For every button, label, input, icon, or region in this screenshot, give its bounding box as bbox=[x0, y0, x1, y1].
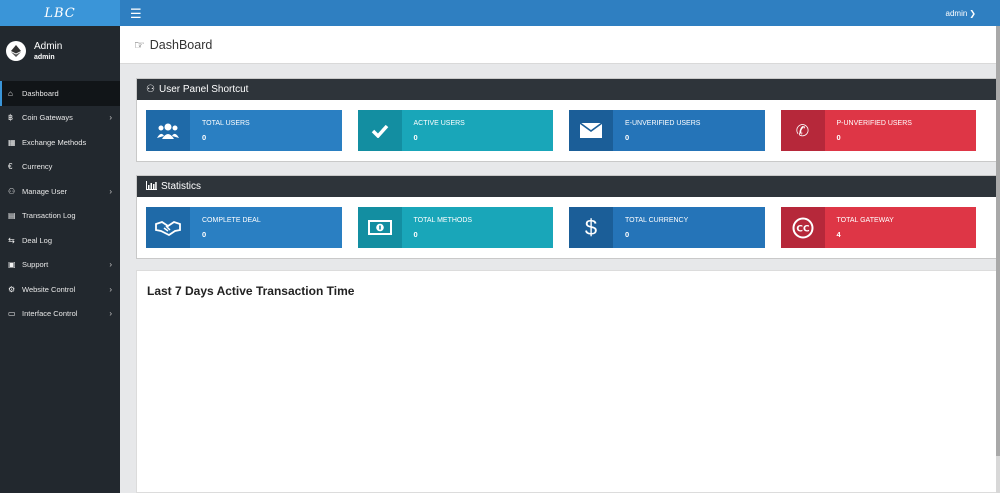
users-icon bbox=[146, 110, 190, 151]
card-active-users[interactable]: ACTIVE USERS 0 bbox=[357, 110, 553, 151]
card-value: 0 bbox=[202, 229, 207, 239]
card-total-methods[interactable]: TOTAL METHODS 0 bbox=[357, 207, 553, 248]
sidebar-item-exchange-methods[interactable]: ▦ Exchange Methods bbox=[0, 130, 120, 155]
sidebar-item-label: Coin Gateways bbox=[22, 113, 73, 123]
sidebar-item-dashboard[interactable]: ⌂ Dashboard bbox=[0, 81, 120, 106]
card-value: 0 bbox=[836, 132, 841, 142]
chevron-right-icon: › bbox=[109, 284, 112, 294]
card-complete-deal[interactable]: COMPLETE DEAL 0 bbox=[146, 207, 342, 248]
sidebar-item-deal-log[interactable]: ⇆ Deal Log bbox=[0, 228, 120, 253]
card-label: P-UNVERIFIED USERS bbox=[836, 119, 912, 127]
sidebar-item-support[interactable]: ▣ Support › bbox=[0, 253, 120, 278]
card-label: COMPLETE DEAL bbox=[202, 216, 261, 224]
hand-pointer-icon: ☞ bbox=[134, 37, 145, 52]
sidebar-nav: ⌂ Dashboard ฿ Coin Gateways › ▦ Exchange… bbox=[0, 81, 120, 326]
sidebar-profile: Admin admin bbox=[0, 26, 120, 76]
user-menu[interactable]: admin ❯ bbox=[946, 9, 977, 18]
cc-icon: CC bbox=[780, 207, 825, 248]
phone-icon: ✆ bbox=[780, 110, 825, 151]
profile-role: admin bbox=[34, 54, 55, 61]
panel-header: ⚇ User Panel Shortcut bbox=[137, 79, 1000, 100]
sidebar-item-interface-control[interactable]: ▭ Interface Control › bbox=[0, 302, 120, 327]
bitcoin-icon: ฿ bbox=[8, 113, 14, 123]
home-icon: ⌂ bbox=[8, 88, 13, 98]
logo-bar[interactable]: LBC bbox=[0, 0, 120, 26]
euro-icon: € bbox=[8, 162, 13, 172]
sidebar-item-label: Manage User bbox=[22, 186, 68, 196]
svg-text:CC: CC bbox=[796, 224, 810, 234]
card-label: E-UNVERIFIED USERS bbox=[625, 119, 701, 127]
card-label: TOTAL CURRENCY bbox=[625, 216, 689, 224]
sidebar-item-label: Transaction Log bbox=[22, 211, 76, 221]
statistics-panel: Statistics COMPLETE DEAL 0 TOTAL METHODS… bbox=[136, 175, 1000, 259]
sidebar-item-transaction-log[interactable]: ▤ Transaction Log bbox=[0, 204, 120, 229]
card-label: TOTAL GATEWAY bbox=[836, 216, 894, 224]
page-title: DashBoard bbox=[149, 37, 213, 52]
sidebar-item-manage-user[interactable]: ⚇ Manage User › bbox=[0, 179, 120, 204]
chevron-down-icon: ❯ bbox=[969, 8, 976, 18]
chevron-right-icon: › bbox=[109, 260, 112, 270]
sidebar-item-label: Dashboard bbox=[22, 88, 59, 98]
cogs-icon: ⚙ bbox=[8, 284, 16, 294]
log-icon: ▤ bbox=[8, 211, 16, 221]
chevron-right-icon: › bbox=[109, 113, 112, 123]
users-icon: ⚇ bbox=[8, 186, 16, 196]
users-icon: ⚇ bbox=[146, 84, 155, 95]
money-icon bbox=[357, 207, 402, 248]
transfer-icon: ⇆ bbox=[8, 235, 15, 245]
avatar bbox=[6, 41, 26, 61]
card-value: 0 bbox=[413, 229, 418, 239]
card-p-unverified-users[interactable]: ✆ P-UNVERIFIED USERS 0 bbox=[780, 110, 976, 151]
brand-logo[interactable]: LBC bbox=[44, 6, 75, 21]
ethereum-icon bbox=[11, 45, 21, 57]
ticket-icon: ▣ bbox=[8, 260, 16, 270]
panel-header: Statistics bbox=[137, 176, 1000, 197]
handshake-icon bbox=[146, 207, 190, 248]
sidebar-item-label: Interface Control bbox=[22, 309, 78, 319]
card-value: 4 bbox=[836, 229, 841, 239]
main-content: ☞ DashBoard ⚇ User Panel Shortcut TOTAL … bbox=[120, 26, 1000, 493]
card-value: 0 bbox=[413, 132, 418, 142]
user-menu-label: admin bbox=[945, 8, 968, 18]
user-panel-shortcut: ⚇ User Panel Shortcut TOTAL USERS 0 ACTI… bbox=[136, 78, 1000, 162]
exchange-icon: ▦ bbox=[8, 137, 16, 147]
sidebar: Admin admin ⌂ Dashboard ฿ Coin Gateways … bbox=[0, 26, 120, 493]
card-value: 0 bbox=[625, 229, 630, 239]
sidebar-item-label: Exchange Methods bbox=[22, 137, 87, 147]
page-header: ☞ DashBoard bbox=[120, 26, 1000, 64]
card-total-currency[interactable]: $ TOTAL CURRENCY 0 bbox=[569, 207, 765, 248]
card-value: 0 bbox=[625, 132, 630, 142]
card-label: TOTAL METHODS bbox=[413, 216, 473, 224]
scrollbar-thumb[interactable] bbox=[996, 26, 1000, 456]
chart-title: Last 7 Days Active Transaction Time bbox=[147, 284, 355, 298]
card-total-users[interactable]: TOTAL USERS 0 bbox=[146, 110, 342, 151]
check-icon bbox=[357, 110, 402, 151]
envelope-icon bbox=[569, 110, 613, 151]
panel-title: User Panel Shortcut bbox=[158, 84, 249, 95]
transaction-chart-panel: Last 7 Days Active Transaction Time bbox=[136, 270, 1000, 493]
sidebar-item-label: Deal Log bbox=[22, 235, 53, 245]
sidebar-item-label: Currency bbox=[22, 162, 53, 172]
sidebar-item-coin-gateways[interactable]: ฿ Coin Gateways › bbox=[0, 106, 120, 131]
hamburger-icon[interactable]: ☰ bbox=[130, 7, 142, 20]
sidebar-item-website-control[interactable]: ⚙ Website Control › bbox=[0, 277, 120, 302]
sidebar-item-currency[interactable]: € Currency bbox=[0, 155, 120, 180]
card-total-gateway[interactable]: CC TOTAL GATEWAY 4 bbox=[780, 207, 976, 248]
desktop-icon: ▭ bbox=[8, 309, 16, 319]
card-label: ACTIVE USERS bbox=[413, 119, 465, 127]
sidebar-item-label: Support bbox=[22, 260, 49, 270]
dollar-icon: $ bbox=[569, 207, 613, 248]
chevron-right-icon: › bbox=[109, 309, 112, 319]
chevron-right-icon: › bbox=[109, 186, 112, 196]
panel-title: Statistics bbox=[161, 181, 202, 192]
card-e-unverified-users[interactable]: E-UNVERIFIED USERS 0 bbox=[569, 110, 765, 151]
card-label: TOTAL USERS bbox=[202, 119, 250, 127]
profile-name: Admin bbox=[34, 41, 63, 52]
sidebar-item-label: Website Control bbox=[22, 284, 76, 294]
topbar: ☰ admin ❯ bbox=[120, 0, 1000, 26]
card-value: 0 bbox=[202, 132, 207, 142]
bar-chart-icon bbox=[146, 180, 157, 193]
